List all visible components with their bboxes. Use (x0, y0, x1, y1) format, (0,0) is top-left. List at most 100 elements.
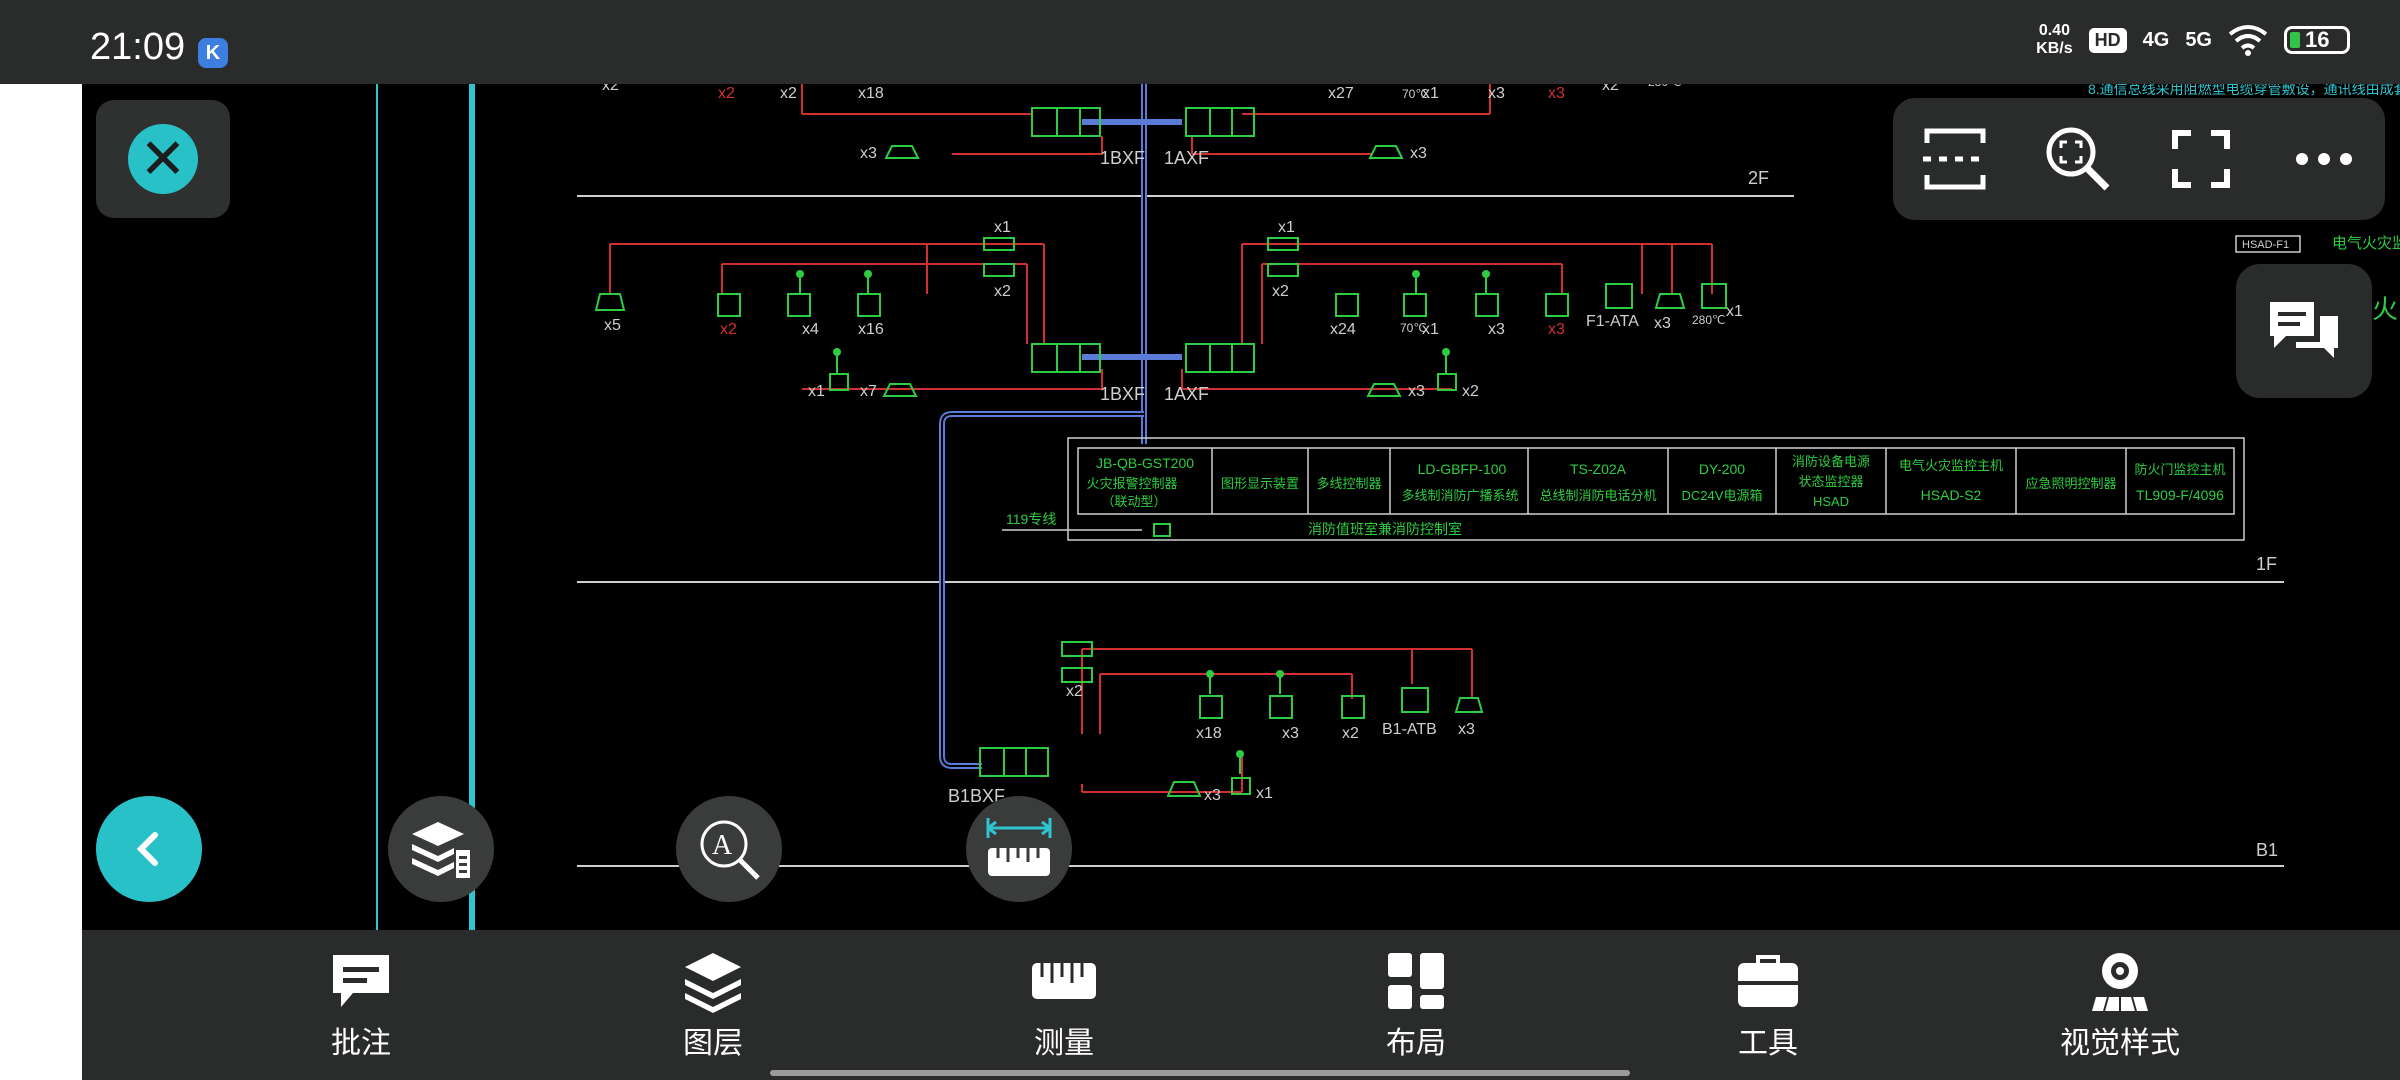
app-notification-icon: K (198, 38, 228, 68)
equip-line3: HSAD (1813, 494, 1849, 509)
left-edge (0, 84, 82, 1080)
label-count: x1 (1256, 785, 1273, 802)
tab-annotation[interactable]: 批注 (261, 948, 461, 1062)
label-count: x3 (1548, 321, 1565, 338)
label-count: x18 (1196, 725, 1222, 742)
label-count: x1 (1422, 321, 1439, 338)
label-count: x4 (802, 321, 819, 338)
label-count: x24 (1330, 321, 1356, 338)
floor-label-2f: 2F (1748, 168, 1769, 188)
label-count: x5 (604, 317, 621, 334)
equip-line2: 多线制消防广播系统 (1401, 488, 1518, 503)
hd-icon: HD (2088, 27, 2127, 53)
label-count: x1 (994, 219, 1011, 236)
label-temp: 280℃ (1692, 313, 1726, 327)
label-119: 119专线 (1006, 511, 1056, 527)
floor-label-1f: 1F (2256, 554, 2277, 574)
equip-line1: 电气火灾监控主机 (1899, 458, 2003, 473)
label-count: x3 (1548, 85, 1565, 102)
layer-list-button[interactable] (388, 796, 494, 902)
back-button[interactable] (96, 796, 202, 902)
label-count: x2 (1342, 725, 1359, 742)
label-count: x1 (1726, 303, 1743, 320)
tab-layout[interactable]: 布局 (1316, 948, 1516, 1062)
equip-line1: 图形显示装置 (1221, 476, 1299, 491)
ruler-icon (986, 818, 1052, 876)
label-count: x16 (858, 321, 884, 338)
equip-line2: 火灾报警控制器 (1086, 476, 1177, 491)
equip-line1: 防火门监控主机 (2134, 462, 2225, 477)
equip-line1: DY-200 (1699, 461, 1745, 477)
text-search-button[interactable]: A (676, 796, 782, 902)
label-count: x1 (1422, 85, 1439, 102)
wifi-icon (2228, 25, 2268, 56)
clock: 21:09 (90, 26, 186, 68)
label-count: x2 (602, 84, 619, 94)
equip-line1: 应急照明控制器 (2025, 476, 2116, 491)
label-count: x2 (1602, 84, 1619, 94)
drawing-note: 8.通信总线采用阻燃型电缆穿管敷设，通讯线由成套厂提供 (2088, 84, 2400, 97)
layers-list-icon (412, 822, 470, 878)
hsad-tag: HSAD-F1 (2242, 239, 2289, 251)
label-count: x2 (1272, 283, 1289, 300)
chat-bubbles-icon (2270, 302, 2338, 358)
measure-button[interactable] (966, 796, 1072, 902)
signal-5g-icon: 5G (2185, 28, 2212, 51)
label-count: x3 (1410, 145, 1427, 162)
label-count: x18 (858, 85, 884, 102)
equip-line2: DC24V电源箱 (1682, 488, 1763, 503)
toolbox-icon (1738, 955, 1798, 1007)
close-button[interactable]: ✕ (96, 100, 230, 218)
tab-layers[interactable]: 图层 (613, 948, 813, 1062)
label-count: x2 (1066, 683, 1083, 700)
equip-line1: 多线控制器 (1316, 476, 1381, 491)
tab-tools[interactable]: 工具 (1668, 948, 1868, 1062)
panel-label: 1AXF (1164, 384, 1209, 404)
zoom-region-icon[interactable] (2038, 119, 2118, 199)
panel-label: 1AXF (1164, 148, 1209, 168)
equip-line2: HSAD-S2 (1921, 487, 1982, 503)
equip-line2: 总线制消防电话分机 (1539, 488, 1656, 503)
label-count: x2 (1462, 383, 1479, 400)
label-count: x3 (1204, 787, 1221, 804)
label-temp: 280℃ (1648, 84, 1682, 89)
label-atb: B1-ATB (1382, 721, 1437, 738)
status-bar: 21:09 K 0.40 KB/s HD 4G 5G 16 (0, 0, 2400, 84)
home-indicator[interactable] (770, 1070, 1630, 1076)
bottom-tab-bar: 批注 图层 测量 布局 工具 视觉样式 (82, 930, 2400, 1080)
equip-line1: JB-QB-GST200 (1096, 455, 1194, 471)
battery-icon: 16 (2284, 26, 2350, 54)
label-count: x2 (994, 283, 1011, 300)
tab-measure[interactable]: 测量 (964, 948, 1164, 1062)
control-room-label: 消防值班室兼消防控制室 (1308, 521, 1462, 537)
text-search-icon: A (700, 820, 760, 880)
comment-button[interactable] (2236, 264, 2372, 398)
label-count: x1 (1278, 219, 1295, 236)
label-ata: F1-ATA (1586, 313, 1639, 330)
equip-line1: 消防设备电源 (1792, 454, 1870, 469)
layout-icon (1388, 953, 1444, 1009)
label-count: x2 (720, 321, 737, 338)
battery-level: 16 (2305, 27, 2330, 52)
label-count: x3 (1654, 315, 1671, 332)
layers-icon (685, 953, 741, 1013)
close-icon[interactable]: ✕ (128, 124, 198, 194)
fullscreen-icon[interactable] (2161, 119, 2241, 199)
equip-line3: （联动型） (1101, 494, 1166, 509)
label-count: x3 (1488, 85, 1505, 102)
label-count: x3 (860, 145, 877, 162)
network-speed: 0.40 KB/s (2036, 22, 2073, 57)
visual-style-icon (2092, 953, 2148, 1012)
more-icon[interactable] (2284, 119, 2364, 199)
ruler-icon (1032, 963, 1096, 999)
label-count: x3 (1458, 721, 1475, 738)
crop-frame-icon[interactable] (1915, 119, 1995, 199)
floor-label-b1: B1 (2256, 840, 2278, 860)
edge-label: 电气火灾监 (2332, 235, 2400, 252)
svg-text:A: A (712, 830, 733, 861)
view-toolbox (1893, 98, 2385, 220)
tab-visual-style[interactable]: 视觉样式 (2020, 948, 2220, 1062)
edge-char: 火 (2372, 294, 2398, 324)
label-count: x27 (1328, 85, 1354, 102)
label-count: x2 (780, 85, 797, 102)
